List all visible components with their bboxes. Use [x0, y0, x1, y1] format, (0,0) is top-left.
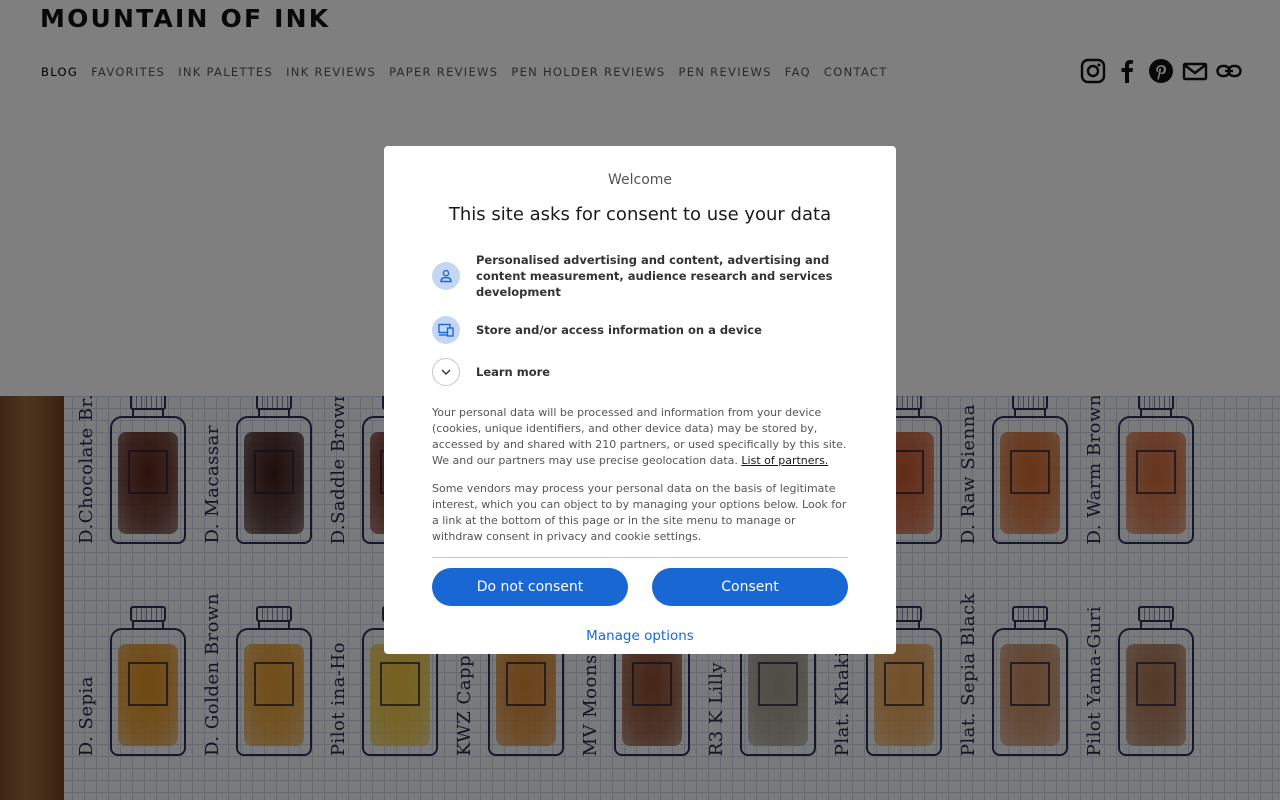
dialog-title: This site asks for consent to use your d… [448, 204, 832, 225]
do-not-consent-button[interactable]: Do not consent [432, 568, 628, 606]
consent-dialog: Welcome This site asks for consent to us… [384, 146, 896, 654]
person-icon [432, 262, 460, 290]
chevron-down-icon[interactable] [432, 358, 460, 386]
purpose-store-access: Store and/or access information on a dev… [432, 316, 848, 344]
consent-buttons: Do not consent Consent [432, 568, 848, 606]
divider [432, 557, 848, 558]
dialog-welcome: Welcome [607, 172, 673, 188]
purpose-text: Store and/or access information on a dev… [476, 323, 762, 337]
purpose-text: Personalised advertising and content, ad… [476, 253, 833, 299]
consent-button[interactable]: Consent [652, 568, 848, 606]
learn-more-label[interactable]: Learn more [476, 365, 550, 379]
consent-paragraph-2: Some vendors may process your personal d… [432, 482, 847, 543]
purpose-personalised-advertising: Personalised advertising and content, ad… [432, 252, 848, 300]
manage-options-link[interactable]: Manage options [432, 628, 848, 644]
consent-paragraph-1: Your personal data will be processed and… [432, 405, 848, 469]
devices-icon [432, 316, 460, 344]
learn-more-toggle[interactable]: Learn more [432, 358, 848, 386]
list-of-partners-link[interactable]: List of partners. [741, 454, 828, 467]
